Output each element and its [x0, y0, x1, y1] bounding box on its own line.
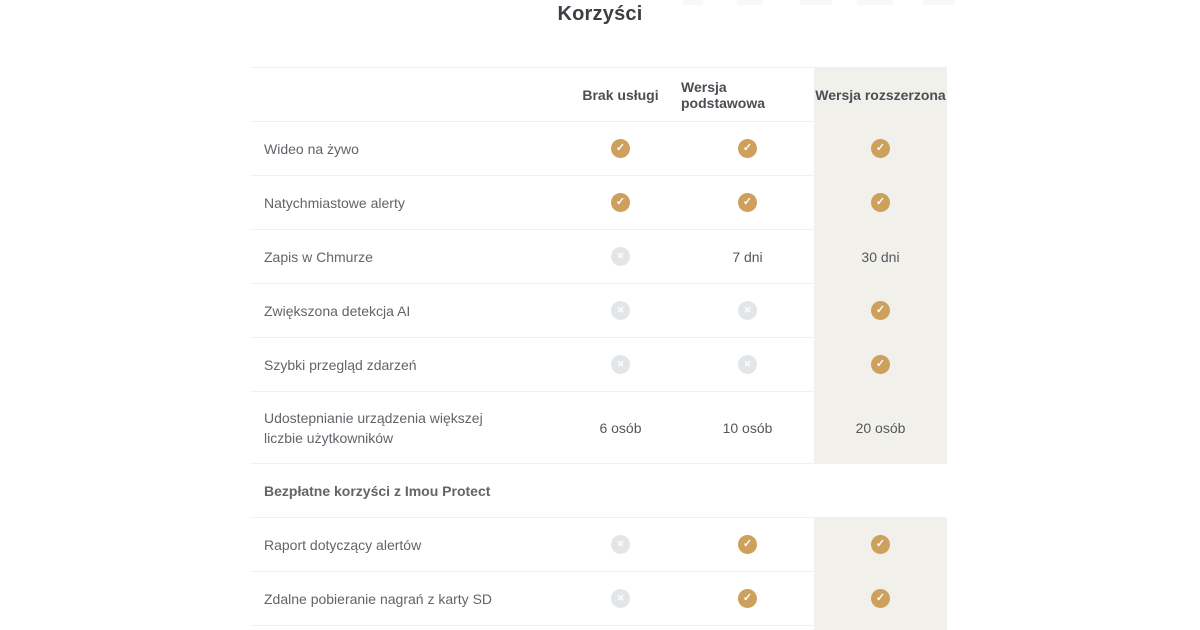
table-cell: ✕: [560, 230, 681, 283]
table-row: Szybki przegląd zdarzeń ✕ ✕ ✓: [250, 337, 947, 391]
table-cell: ✓: [560, 176, 681, 229]
check-icon: ✓: [871, 355, 890, 374]
table-cell: ✕: [681, 284, 814, 337]
check-icon: ✓: [871, 589, 890, 608]
check-icon: ✓: [738, 589, 757, 608]
check-icon: ✓: [871, 535, 890, 554]
column-header-wersja-rozszerzona: Wersja rozszerzona: [814, 68, 947, 121]
page-title: Korzyści: [0, 0, 1200, 26]
cross-icon: ✕: [611, 355, 630, 374]
cross-icon: ✕: [611, 301, 630, 320]
check-icon: ✓: [871, 301, 890, 320]
table-row: Raport dotyczący alertów ✕ ✓ ✓: [250, 517, 947, 571]
table-cell: ✕: [560, 572, 681, 625]
cross-icon: ✕: [611, 247, 630, 266]
table-cell: ✕: [560, 284, 681, 337]
top-edge-artifact: [683, 0, 703, 5]
table-cell: ✕: [560, 518, 681, 571]
feature-label: Zapis w Chmurze: [250, 230, 560, 283]
table-cell: ✓: [814, 518, 947, 571]
column-header-brak-uslugi: Brak usługi: [560, 68, 681, 121]
section-header-row: Bezpłatne korzyści z Imou Protect: [250, 463, 947, 517]
table-cell: ✓: [814, 284, 947, 337]
cross-icon: ✕: [611, 535, 630, 554]
check-icon: ✓: [738, 139, 757, 158]
check-icon: ✓: [611, 193, 630, 212]
table-cell: 30 dni: [814, 230, 947, 283]
table-cell: ✓: [560, 122, 681, 175]
cross-icon: ✕: [611, 589, 630, 608]
table-header-row: Brak usługi Wersja podstawowa Wersja roz…: [250, 67, 947, 121]
feature-label: Zwiększona detekcja AI: [250, 284, 560, 337]
top-edge-artifact: [800, 0, 832, 5]
feature-column-header: [250, 68, 560, 121]
table-cell: 20 osób: [814, 392, 947, 463]
table-row: Wideo na żywo ✓ ✓ ✓: [250, 121, 947, 175]
feature-label: Raport dotyczący alertów: [250, 518, 560, 571]
check-icon: ✓: [738, 193, 757, 212]
check-icon: ✓: [611, 139, 630, 158]
feature-label: Natychmiastowe alerty: [250, 176, 560, 229]
table-cell: 7 dni: [681, 230, 814, 283]
table-cell: ✓: [814, 338, 947, 391]
page: Korzyści Brak usługi Wersja podstawowa W…: [0, 0, 1200, 630]
column-header-wersja-podstawowa: Wersja podstawowa: [681, 68, 814, 121]
table-cell: ✓: [814, 176, 947, 229]
table-row: Udostepnianie urządzenia większej liczbi…: [250, 391, 947, 463]
table-cell: ✕: [681, 338, 814, 391]
table-cell: ✓: [681, 572, 814, 625]
cross-icon: ✕: [738, 301, 757, 320]
comparison-table: Brak usługi Wersja podstawowa Wersja roz…: [250, 67, 947, 630]
table-bottom-filler: [250, 625, 947, 630]
table-cell: ✓: [681, 176, 814, 229]
table-row: Natychmiastowe alerty ✓ ✓ ✓: [250, 175, 947, 229]
table-cell: ✕: [560, 338, 681, 391]
table-cell: ✓: [814, 572, 947, 625]
check-icon: ✓: [871, 139, 890, 158]
table-row: Zapis w Chmurze ✕ 7 dni 30 dni: [250, 229, 947, 283]
table-cell: ✓: [681, 518, 814, 571]
table-cell: ✓: [681, 122, 814, 175]
cross-icon: ✕: [738, 355, 757, 374]
section-title: Bezpłatne korzyści z Imou Protect: [250, 464, 947, 517]
top-edge-artifact: [923, 0, 955, 5]
feature-label: Udostepnianie urządzenia większej liczbi…: [250, 392, 560, 463]
check-icon: ✓: [871, 193, 890, 212]
table-row: Zwiększona detekcja AI ✕ ✕ ✓: [250, 283, 947, 337]
table-cell: ✓: [814, 122, 947, 175]
feature-label: Szybki przegląd zdarzeń: [250, 338, 560, 391]
feature-label: Zdalne pobieranie nagrań z karty SD: [250, 572, 560, 625]
top-edge-artifact: [737, 0, 763, 5]
check-icon: ✓: [738, 535, 757, 554]
table-row: Zdalne pobieranie nagrań z karty SD ✕ ✓ …: [250, 571, 947, 625]
table-cell: 10 osób: [681, 392, 814, 463]
top-edge-artifact: [857, 0, 893, 5]
table-cell: 6 osób: [560, 392, 681, 463]
table-body: Wideo na żywo ✓ ✓ ✓ Natychmiastowe alert…: [250, 121, 947, 625]
feature-label: Wideo na żywo: [250, 122, 560, 175]
